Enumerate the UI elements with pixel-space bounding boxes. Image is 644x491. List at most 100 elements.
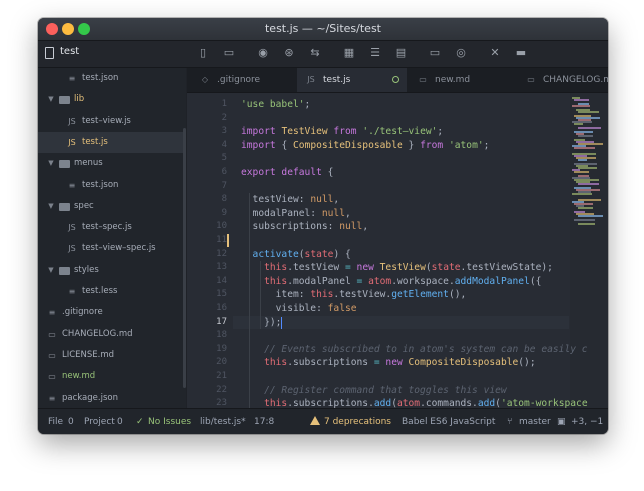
status-project-label[interactable]: Project bbox=[84, 409, 115, 434]
keyboard-icon[interactable]: ▦ bbox=[342, 46, 356, 60]
tree-file[interactable]: ▭ LICENSE.md bbox=[38, 345, 186, 366]
status-file-label[interactable]: File bbox=[48, 409, 63, 434]
status-deprecations[interactable]: 7 deprecations bbox=[310, 409, 391, 434]
line-number-gutter: 1 2 3 4 5 6 7 8 9 10 11 12 13 14 15 16 17 18 19 20 21 22 23 bbox=[187, 93, 233, 408]
minimap[interactable] bbox=[570, 93, 608, 408]
terminal-icon[interactable]: ▬ bbox=[514, 46, 528, 60]
tree-scrollbar[interactable] bbox=[183, 128, 186, 388]
tree-file[interactable]: ≡ .gitignore bbox=[38, 302, 186, 323]
status-file-path[interactable]: lib/test.js* bbox=[200, 409, 246, 434]
line-number: 13 bbox=[216, 262, 227, 273]
code-line[interactable]: 'use babel'; bbox=[241, 98, 316, 112]
line-number: 3 bbox=[221, 126, 227, 137]
line-number: 4 bbox=[221, 139, 227, 150]
document-icon[interactable]: ▯ bbox=[196, 46, 210, 60]
tree-folder[interactable]: ▼ lib bbox=[38, 89, 186, 110]
status-diff[interactable]: +3, −1 bbox=[571, 409, 603, 434]
status-no-issues[interactable]: No Issues bbox=[148, 409, 191, 434]
chevron-down-icon[interactable]: ▼ bbox=[46, 153, 56, 174]
chevron-down-icon[interactable]: ▼ bbox=[46, 260, 56, 281]
code-line[interactable]: testView: null, bbox=[241, 193, 340, 207]
chevron-down-icon[interactable]: ▼ bbox=[46, 89, 56, 110]
code-line[interactable]: export default { bbox=[241, 166, 333, 180]
tree-item-label: menus bbox=[74, 158, 103, 169]
tab-label: test.js bbox=[323, 75, 351, 85]
tree-folder[interactable]: ▼ spec bbox=[38, 196, 186, 217]
code-line[interactable]: // Register command that toggles this vi… bbox=[241, 384, 507, 398]
code-line[interactable]: this.subscriptions.add(atom.commands.add… bbox=[241, 397, 588, 408]
line-number: 12 bbox=[216, 248, 227, 259]
tree-file[interactable]: JS test–view.js bbox=[38, 111, 186, 132]
tree-item-label: package.json bbox=[62, 392, 118, 403]
line-number: 17 bbox=[216, 316, 227, 327]
code-line[interactable]: subscriptions: null, bbox=[241, 220, 369, 234]
tree-folder[interactable]: ▼ menus bbox=[38, 153, 186, 174]
code-line[interactable]: this.modalPanel = atom.workspace.addModa… bbox=[241, 275, 541, 289]
eye-icon[interactable]: ◎ bbox=[454, 46, 468, 60]
folder-icon bbox=[58, 89, 70, 112]
code-token: this bbox=[310, 289, 334, 301]
code-token: , bbox=[344, 207, 351, 219]
code-line[interactable]: this.subscriptions = new CompositeDispos… bbox=[241, 356, 536, 370]
tree-file[interactable]: ≡ test.json bbox=[38, 68, 186, 89]
code-line[interactable]: visible: false bbox=[241, 302, 357, 316]
git-branch-icon[interactable]: ⇆ bbox=[308, 46, 322, 60]
markdown-file-icon: ▭ bbox=[527, 75, 535, 84]
project-icon[interactable] bbox=[45, 47, 54, 59]
editor-tab[interactable]: ▭ CHANGELOG.md bbox=[517, 68, 608, 92]
code-line[interactable]: // Events subscribed to in atom's system… bbox=[241, 343, 587, 357]
folder-icon[interactable]: ▭ bbox=[222, 46, 236, 60]
text-editor[interactable]: 1 2 3 4 5 6 7 8 9 10 11 12 13 14 15 16 17 18 19 20 21 22 23 'u… bbox=[187, 93, 608, 408]
tree-file[interactable]: ▭ CHANGELOG.md bbox=[38, 324, 186, 345]
modified-indicator-icon[interactable] bbox=[392, 76, 399, 83]
tree-file[interactable]: ≡ test.less bbox=[38, 281, 186, 302]
code-token: state bbox=[304, 248, 334, 260]
tree-file[interactable]: JS test.js bbox=[38, 131, 186, 153]
tree-file[interactable]: JS test–view–spec.js bbox=[38, 238, 186, 259]
panel-icon[interactable]: ▭ bbox=[428, 46, 442, 60]
code-line[interactable]: import TestView from './test–view'; bbox=[241, 125, 443, 139]
editor-tab[interactable]: ▭ new.md bbox=[409, 68, 515, 92]
git-icon[interactable]: ⊛ bbox=[282, 46, 296, 60]
clipboard-icon[interactable]: ▤ bbox=[394, 46, 408, 60]
title-bar: test.js — ~/Sites/test bbox=[38, 18, 608, 41]
code-token: export default bbox=[241, 167, 328, 178]
code-token: null bbox=[310, 194, 334, 206]
tree-file[interactable]: ≡ package.json bbox=[38, 388, 186, 409]
status-branch[interactable]: master bbox=[519, 409, 551, 434]
code-line[interactable]: modalPanel: null, bbox=[241, 207, 351, 221]
editor-tab[interactable]: JS test.js bbox=[297, 68, 407, 92]
code-line[interactable]: this.testView = new TestView(state.testV… bbox=[241, 261, 553, 275]
file-icon: ◇ bbox=[201, 75, 209, 84]
check-icon: ✓ bbox=[136, 417, 144, 427]
code-token: new bbox=[379, 357, 409, 369]
tree-folder[interactable]: ▼ styles bbox=[38, 260, 186, 281]
code-token: subscriptions: bbox=[241, 221, 340, 233]
tree-file[interactable]: ≡ test.json bbox=[38, 175, 186, 196]
editor-tab[interactable]: ◇ .gitignore bbox=[191, 68, 295, 92]
file-icon: ≡ bbox=[48, 308, 56, 318]
list-icon[interactable]: ☰ bbox=[368, 46, 382, 60]
status-file-count[interactable]: 0 bbox=[68, 409, 74, 434]
code-token: TestView bbox=[281, 126, 328, 138]
code-line[interactable]: }); bbox=[241, 316, 281, 330]
code-line[interactable]: activate(state) { bbox=[241, 248, 351, 262]
code-line[interactable]: item: this.testView.getElement(), bbox=[241, 288, 467, 302]
minimap-line bbox=[578, 207, 593, 209]
code-token: ; bbox=[483, 139, 490, 151]
status-cursor-position[interactable]: 17:8 bbox=[254, 409, 274, 434]
code-line[interactable]: import { CompositeDisposable } from 'ato… bbox=[241, 139, 489, 153]
status-project-count[interactable]: 0 bbox=[117, 409, 123, 434]
file-icon: ≡ bbox=[68, 74, 76, 83]
tab-bar: ◇ .gitignore JS test.js ▭ new.md ▭ CHANGELOG.md bbox=[187, 68, 608, 93]
tree-file[interactable]: JS test–spec.js bbox=[38, 217, 186, 238]
status-grammar[interactable]: Babel ES6 JavaScript bbox=[402, 409, 495, 434]
project-label[interactable]: test bbox=[60, 46, 79, 57]
folder-icon bbox=[58, 196, 70, 219]
tree-file[interactable]: ▭ new.md bbox=[38, 366, 186, 387]
github-icon[interactable]: ◉ bbox=[256, 46, 270, 60]
chevron-down-icon[interactable]: ▼ bbox=[46, 196, 56, 217]
tools-icon[interactable]: ✕ bbox=[488, 46, 502, 60]
minimap-line bbox=[578, 183, 599, 185]
code-token: this bbox=[241, 357, 288, 369]
